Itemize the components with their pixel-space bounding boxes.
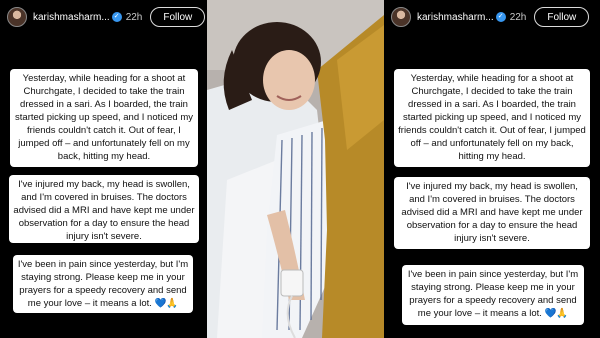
verified-badge-icon: ✓: [111, 12, 122, 22]
story-header: karishmasharm... ✓ 22h Follow: [0, 0, 207, 34]
post-time: 22h: [509, 11, 527, 23]
story-text-block-1: Yesterday, while heading for a shoot at …: [394, 69, 590, 167]
story-panel-left: karishmasharm... ✓ 22h Follow Yesterday,…: [0, 0, 207, 338]
story-text-block-2: I've injured my back, my head is swollen…: [9, 175, 199, 243]
follow-button[interactable]: Follow: [150, 7, 206, 27]
username[interactable]: karishmasharm...: [33, 12, 110, 23]
post-time: 22h: [125, 11, 143, 23]
username[interactable]: karishmasharm...: [417, 12, 494, 23]
story-text-block-3: I've been in pain since yesterday, but I…: [13, 255, 193, 313]
hospital-photo: [207, 0, 384, 338]
story-header: karishmasharm... ✓ 22h Follow: [384, 0, 600, 34]
verified-badge-icon: ✓: [495, 12, 506, 22]
follow-button[interactable]: Follow: [534, 7, 590, 27]
story-text-block-2: I've injured my back, my head is swollen…: [394, 177, 590, 249]
story-text-block-3: I've been in pain since yesterday, but I…: [402, 265, 584, 325]
story-text-block-1: Yesterday, while heading for a shoot at …: [10, 69, 198, 167]
profile-avatar-icon[interactable]: [7, 7, 27, 27]
profile-avatar-icon[interactable]: [391, 7, 411, 27]
story-panel-right: karishmasharm... ✓ 22h Follow Yesterday,…: [384, 0, 600, 338]
